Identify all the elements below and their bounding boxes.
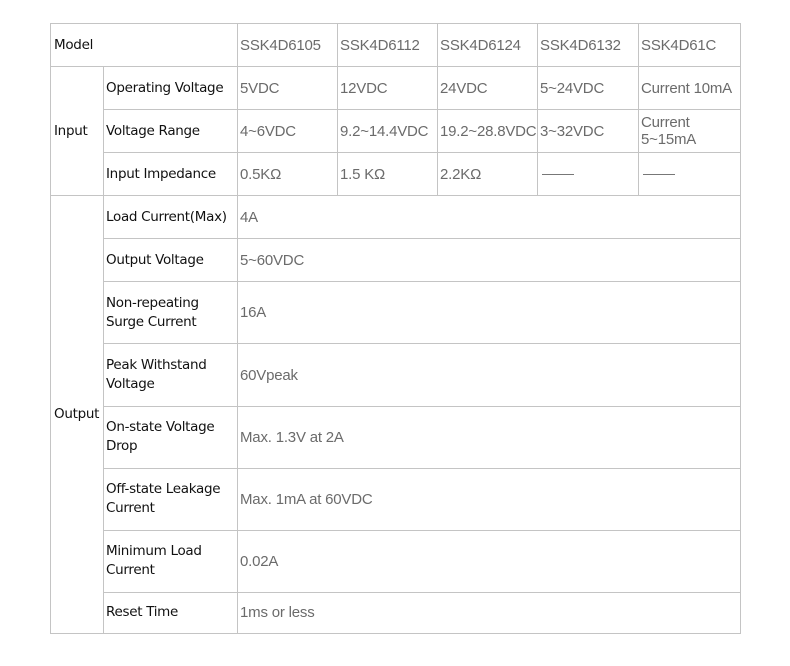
value-cell: Max. 1.3V at 2A — [237, 405, 742, 469]
label-line: On-state Voltage — [106, 419, 215, 436]
input-row-impedance: Input Impedance 0.5KΩ 1.5 KΩ 2.2KΩ — [51, 152, 742, 197]
value-cell: 0.02A — [237, 529, 742, 593]
value-cell: 9.2~14.4VDC — [337, 109, 439, 154]
value-cell: 5~60VDC — [237, 238, 742, 283]
value-cell: 19.2~28.8VDC — [437, 109, 539, 154]
row-label: Load Current(Max) — [102, 195, 239, 240]
label-line: Peak Withstand — [106, 357, 207, 374]
value-cell: 16A — [237, 281, 742, 345]
input-group-label: Input — [50, 66, 104, 197]
value-cell: 4A — [237, 195, 742, 240]
value-cell: 24VDC — [437, 66, 539, 111]
row-label: Reset Time — [102, 591, 239, 635]
row-label: Input Impedance — [102, 152, 239, 197]
model-name-1: SSK4D6105 — [237, 22, 339, 68]
label-line: Minimum Load — [106, 543, 202, 560]
output-row-reset-time: Reset Time 1ms or less — [51, 591, 742, 635]
empty-value-cell — [638, 152, 742, 197]
row-label: Operating Voltage — [102, 66, 239, 111]
dash-icon — [542, 174, 575, 176]
input-row-operating-voltage: Input Operating Voltage 5VDC 12VDC 24VDC… — [50, 66, 742, 197]
row-label: On-state Voltage Drop — [102, 405, 239, 469]
value-cell: 1.5 KΩ — [337, 152, 439, 197]
value-cell: 5~24VDC — [537, 66, 640, 111]
header-row: Model SSK4D6105 SSK4D6112 SSK4D6124 SSK4… — [49, 22, 742, 68]
row-label: Off-state Leakage Current — [102, 467, 239, 531]
label-line: Off-state Leakage — [106, 481, 221, 498]
model-name-2: SSK4D6112 — [337, 22, 439, 68]
label-line: Non-repeating — [106, 294, 199, 311]
value-cell: 0.5KΩ — [237, 152, 339, 197]
dash-icon — [643, 174, 676, 176]
value-cell: Current 10mA — [638, 66, 742, 111]
label-line: Current — [106, 500, 155, 517]
label-line: Current — [106, 562, 155, 579]
value-cell: 2.2KΩ — [437, 152, 539, 197]
output-row-load-current: Output Load Current(Max) 4A — [50, 195, 742, 634]
model-name-5: SSK4D61C — [638, 22, 742, 68]
value-cell: 12VDC — [337, 66, 439, 111]
output-row-surge-current: Non-repeating Surge Current 16A — [51, 281, 742, 345]
value-cell: Current 5~15mA — [638, 109, 742, 154]
model-name-3: SSK4D6124 — [437, 22, 539, 68]
value-cell: 1ms or less — [237, 591, 742, 635]
value-cell: 5VDC — [237, 66, 339, 111]
output-row-minimum-load: Minimum Load Current 0.02A — [51, 529, 742, 593]
input-row-voltage-range: Voltage Range 4~6VDC 9.2~14.4VDC 19.2~28… — [51, 109, 742, 154]
value-cell: 3~32VDC — [537, 109, 640, 154]
label-line: Surge Current — [106, 313, 197, 330]
row-label: Minimum Load Current — [102, 529, 239, 593]
output-row-peak-withstand: Peak Withstand Voltage 60Vpeak — [51, 343, 742, 407]
label-line: Voltage — [106, 376, 155, 393]
model-name-4: SSK4D6132 — [537, 22, 640, 68]
model-header: Model — [49, 22, 239, 68]
output-group-label: Output — [50, 195, 104, 634]
output-row-output-voltage: Output Voltage 5~60VDC — [51, 238, 742, 283]
row-label: Peak Withstand Voltage — [102, 343, 239, 407]
value-line: 5~15mA — [641, 131, 697, 149]
value-cell: 60Vpeak — [237, 343, 742, 407]
output-row-on-state-drop: On-state Voltage Drop Max. 1.3V at 2A — [51, 405, 742, 469]
label-line: Drop — [106, 438, 138, 455]
value-cell: Max. 1mA at 60VDC — [237, 467, 742, 531]
spec-table: Model SSK4D6105 SSK4D6112 SSK4D6124 SSK4… — [49, 22, 742, 635]
output-row-off-state-leakage: Off-state Leakage Current Max. 1mA at 60… — [51, 467, 742, 531]
value-cell: 4~6VDC — [237, 109, 339, 154]
row-label: Output Voltage — [102, 238, 239, 283]
value-line: Current — [641, 114, 690, 132]
row-label: Non-repeating Surge Current — [102, 281, 239, 345]
row-label: Voltage Range — [102, 109, 239, 154]
empty-value-cell — [537, 152, 640, 197]
